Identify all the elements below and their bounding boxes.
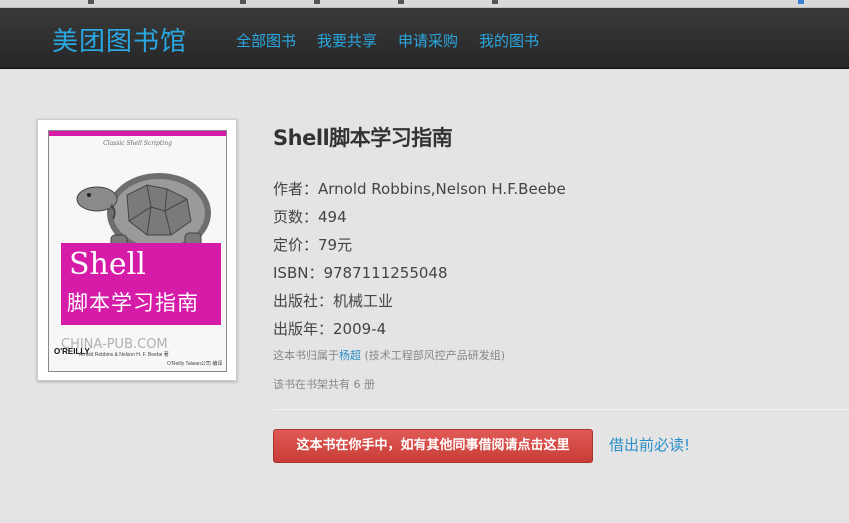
strip-mark	[88, 0, 94, 4]
cover-authors: Arnold Robbins & Nelson H. F. Beebe 著	[79, 352, 169, 358]
nav-request-purchase[interactable]: 申请采购	[398, 30, 458, 51]
cover-title-cn: 脚本学习指南	[67, 291, 199, 315]
main-nav: 全部图书 我要共享 申请采购 我的图书	[236, 30, 539, 51]
owner-department: (技术工程部风控产品研发组)	[364, 349, 506, 362]
book-owner: 这本书归属于杨超 (技术工程部风控产品研发组)	[273, 347, 505, 363]
cover-top-bar	[49, 131, 226, 136]
cover-series: Classic Shell Scripting	[103, 140, 172, 147]
strip-mark	[492, 0, 498, 4]
brand-logo[interactable]: 美团图书馆	[52, 21, 187, 58]
book-author: 作者：Arnold Robbins,Nelson H.F.Beebe	[273, 180, 566, 198]
browser-top-strip	[0, 0, 849, 8]
cover-translator: O'Reilly Taiwan公司 编译	[167, 361, 223, 367]
strip-mark	[314, 0, 320, 4]
strip-mark	[798, 0, 804, 4]
owner-link[interactable]: 杨超	[339, 349, 361, 362]
borrow-request-button[interactable]: 这本书在你手中，如有其他同事借阅请点击这里	[273, 429, 593, 463]
book-pages: 页数：494	[273, 208, 347, 226]
book-cover-image: Classic Shell Scripting Shell 脚本学习指南 CHI…	[48, 130, 227, 372]
shelf-count: 该书在书架共有 6 册	[273, 378, 375, 391]
book-publisher: 出版社：机械工业	[273, 292, 394, 310]
nav-all-books[interactable]: 全部图书	[236, 30, 296, 51]
book-isbn: ISBN：9787111255048	[273, 264, 448, 282]
nav-my-books[interactable]: 我的图书	[479, 30, 539, 51]
book-cover-frame: Classic Shell Scripting Shell 脚本学习指南 CHI…	[37, 119, 237, 381]
must-read-link[interactable]: 借出前必读!	[609, 434, 690, 455]
top-navbar: 美团图书馆 全部图书 我要共享 申请采购 我的图书	[0, 8, 849, 69]
book-title: Shell脚本学习指南	[273, 126, 453, 150]
cover-title-en: Shell	[69, 247, 146, 282]
owner-prefix: 这本书归属于	[273, 349, 339, 362]
nav-share-book[interactable]: 我要共享	[317, 30, 377, 51]
divider	[273, 409, 849, 410]
book-publish-year: 出版年：2009-4	[273, 320, 387, 338]
book-price: 定价：79元	[273, 236, 353, 254]
strip-mark	[398, 0, 404, 4]
strip-mark	[240, 0, 246, 4]
